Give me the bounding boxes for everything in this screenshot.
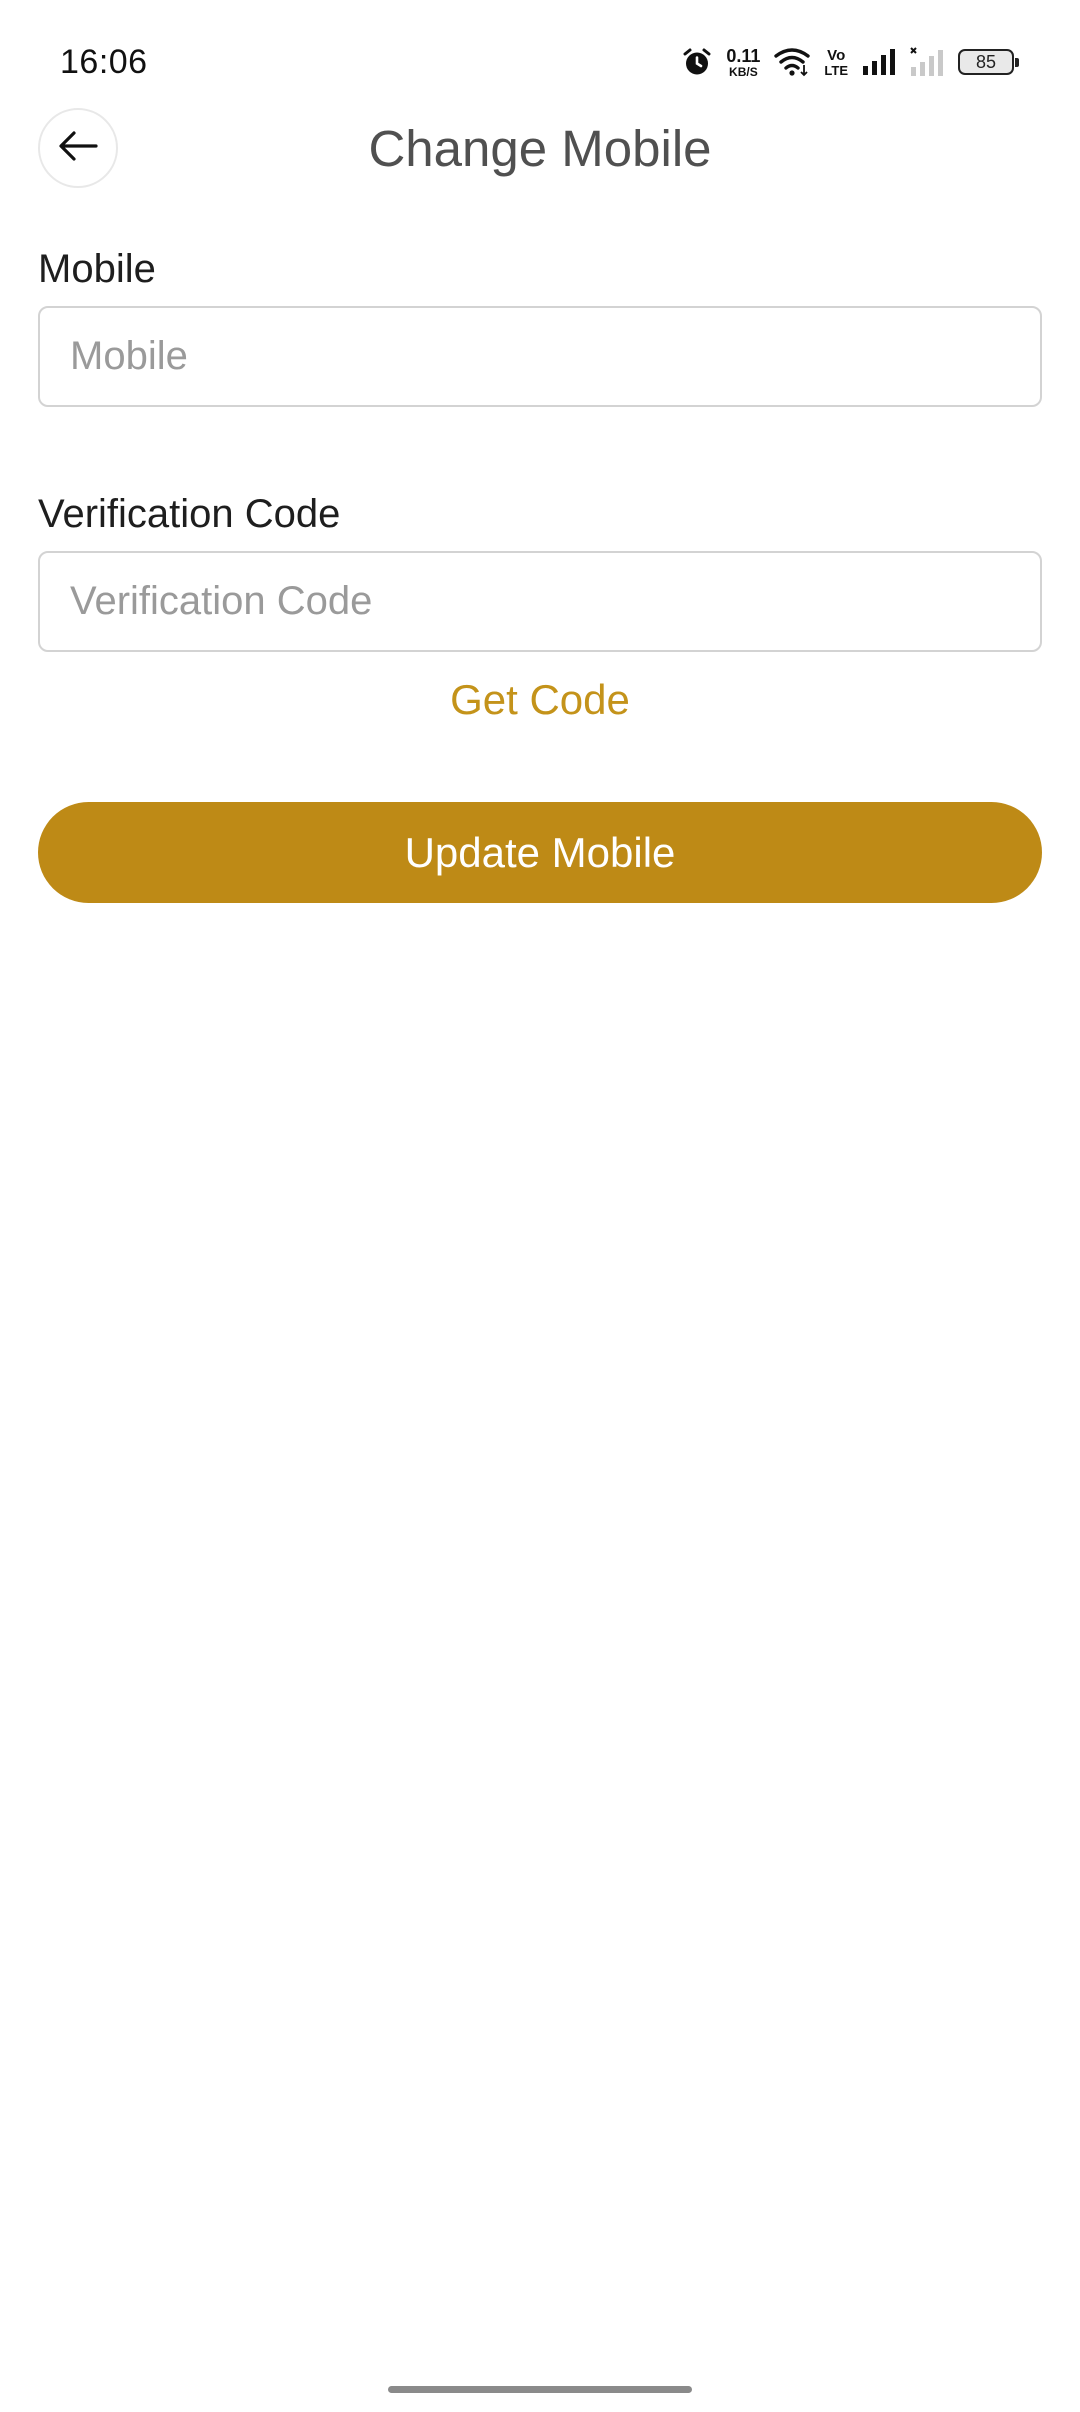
change-mobile-screen: 16:06 0.11 KB/S Vo LTE 85 Change Mobile … (0, 0, 1080, 2412)
wifi-icon (774, 47, 811, 77)
network-speed-unit: KB/S (729, 64, 758, 79)
mobile-input[interactable] (38, 306, 1042, 407)
status-time: 16:06 (60, 43, 148, 81)
home-indicator[interactable] (388, 2386, 692, 2393)
alarm-icon (682, 47, 712, 77)
page-title: Change Mobile (368, 120, 712, 177)
battery-icon: 85 (958, 49, 1019, 75)
volte-bottom-text: LTE (824, 62, 848, 78)
battery-level: 85 (975, 52, 997, 72)
verification-code-input[interactable] (38, 551, 1042, 652)
network-speed: 0.11 KB/S (726, 47, 760, 78)
status-icons: 0.11 KB/S Vo LTE 85 (682, 40, 1020, 84)
back-button[interactable] (38, 108, 118, 188)
signal-icon (862, 48, 896, 76)
network-speed-value: 0.11 (726, 45, 761, 66)
mobile-label: Mobile (38, 247, 156, 291)
volte-top-text: Vo (827, 46, 846, 64)
status-bar: 16:06 0.11 KB/S Vo LTE 85 (0, 0, 1080, 120)
volte-icon: Vo LTE (824, 48, 848, 77)
get-code-link[interactable]: Get Code (340, 670, 740, 730)
verification-code-label: Verification Code (38, 492, 341, 536)
signal-no-service-icon (910, 47, 944, 77)
arrow-left-icon (58, 130, 98, 167)
update-mobile-button[interactable]: Update Mobile (38, 802, 1042, 903)
